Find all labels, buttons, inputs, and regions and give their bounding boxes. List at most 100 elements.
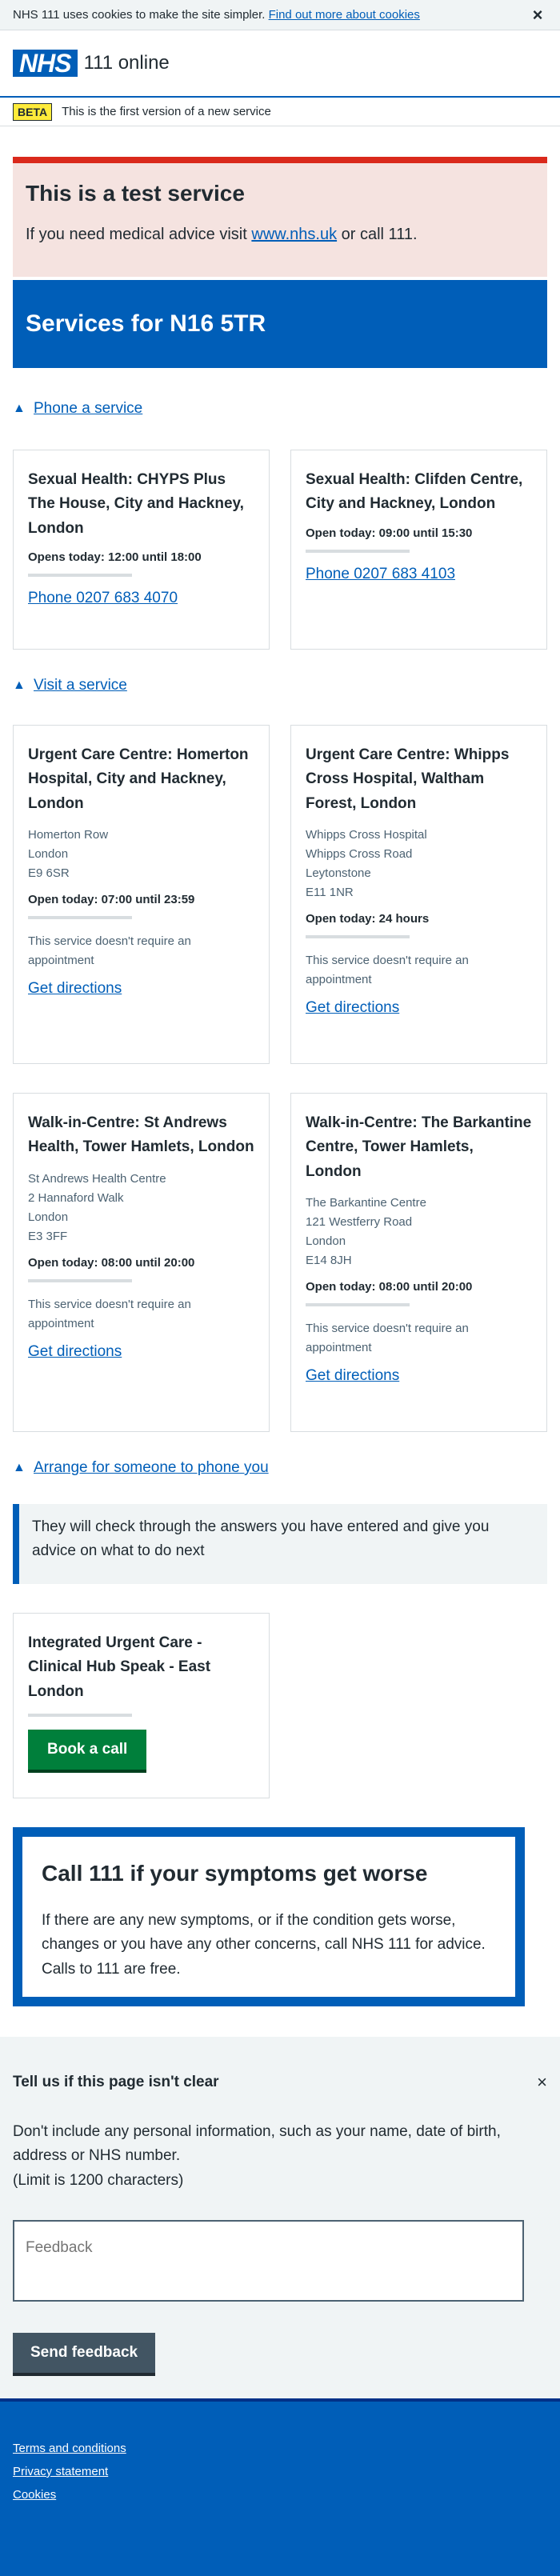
test-service-text-before: If you need medical advice visit [26,226,252,243]
service-card: Urgent Care Centre: Whipps Cross Hospita… [290,725,547,1064]
book-call-button[interactable]: Book a call [28,1730,147,1774]
service-card: Sexual Health: Clifden Centre, City and … [290,450,547,650]
feedback-textarea[interactable] [13,2220,524,2302]
service-address: The Barkantine Centre 121 Westferry Road… [306,1194,532,1270]
callback-section-link[interactable]: Arrange for someone to phone you [34,1459,269,1477]
address-line: Whipps Cross Hospital [306,828,427,842]
get-directions-link[interactable]: Get directions [306,1367,399,1384]
service-card-title: Urgent Care Centre: Homerton Hospital, C… [28,746,249,812]
address-line: St Andrews Health Centre [28,1171,166,1186]
feedback-limit: (Limit is 1200 characters) [13,2171,184,2189]
services-banner: Services for N16 5TR [13,280,547,368]
inset-text: They will check through the answers you … [13,1504,547,1584]
cookie-info-link[interactable]: Find out more about cookies [269,8,420,22]
address-line: E11 1NR [306,886,354,900]
site-header: NHS 111 online [0,30,560,98]
opening-times: Open today: 07:00 until 23:59 [28,893,195,907]
address-line: London [306,1234,346,1249]
service-card-title: Integrated Urgent Care - Clinical Hub Sp… [28,1634,211,1700]
cookie-banner-text: NHS 111 uses cookies to make the site si… [13,8,528,22]
service-card: Walk-in-Centre: The Barkantine Centre, T… [290,1093,547,1432]
triangle-up-icon: ▲ [13,402,26,415]
test-service-alert: This is a test service If you need medic… [13,157,547,277]
visit-card-row: Walk-in-Centre: St Andrews Health, Tower… [0,1093,560,1432]
visit-card-row: Urgent Care Centre: Homerton Hospital, C… [0,725,560,1064]
divider [306,1303,410,1307]
service-card: Walk-in-Centre: St Andrews Health, Tower… [13,1093,270,1432]
care-card-text: If there are any new symptoms, or if the… [42,1912,486,1978]
divider [28,574,132,578]
service-card-title: Urgent Care Centre: Whipps Cross Hospita… [306,746,510,812]
opening-times: Open today: 24 hours [306,912,430,926]
test-service-title: This is a test service [26,181,245,206]
address-line: London [28,847,69,862]
address-line: 2 Hannaford Walk [28,1190,124,1205]
divider [306,935,410,939]
cookie-message: NHS 111 uses cookies to make the site si… [13,8,266,22]
address-line: Leytonstone [306,866,371,881]
get-directions-link[interactable]: Get directions [28,980,122,997]
divider [28,1714,132,1718]
close-icon[interactable]: × [528,5,547,25]
opening-times: Open today: 08:00 until 20:00 [28,1255,195,1270]
service-card-title: Sexual Health: Clifden Centre, City and … [306,471,523,513]
service-card: Urgent Care Centre: Homerton Hospital, C… [13,725,270,1064]
opening-times: Open today: 09:00 until 15:30 [306,526,473,540]
service-address: Homerton Row London E9 6SR [28,826,254,883]
address-line: E14 8JH [306,1254,352,1268]
callback-section-toggle[interactable]: ▲ Arrange for someone to phone you [0,1456,560,1480]
feedback-header: Tell us if this page isn't clear × [13,2072,547,2093]
service-card-title: Walk-in-Centre: St Andrews Health, Tower… [28,1114,254,1156]
visit-section-link[interactable]: Visit a service [34,677,127,694]
phone-link[interactable]: Phone 0207 683 4070 [28,590,178,606]
feedback-panel: Tell us if this page isn't clear × Don't… [0,2037,560,2398]
footer-link-cookies[interactable]: Cookies [13,2488,547,2502]
nhs-logo[interactable]: NHS [13,49,78,78]
cookie-banner: NHS 111 uses cookies to make the site si… [0,0,560,30]
phone-section-link[interactable]: Phone a service [34,400,142,418]
service-name: 111 online [83,52,170,74]
appointment-note: This service doesn't require an appointm… [306,954,469,987]
beta-tag: BETA [13,102,53,121]
urgent-care-card: Call 111 if your symptoms get worse If t… [13,1827,525,2006]
address-line: Whipps Cross Road [306,847,413,862]
test-service-text-after: or call 111. [337,226,418,243]
visit-section-toggle[interactable]: ▲ Visit a service [0,674,560,698]
phone-card-row: Sexual Health: CHYPS Plus The House, Cit… [0,450,560,650]
triangle-up-icon: ▲ [13,1461,26,1474]
beta-banner: BETA This is the first version of a new … [0,98,560,126]
care-card-title: Call 111 if your symptoms get worse [42,1861,428,1886]
opening-times: Opens today: 12:00 until 18:00 [28,550,202,565]
feedback-title: Tell us if this page isn't clear [13,2074,219,2090]
triangle-up-icon: ▲ [13,678,26,692]
service-card-title: Walk-in-Centre: The Barkantine Centre, T… [306,1114,532,1180]
phone-link[interactable]: Phone 0207 683 4103 [306,566,455,582]
address-line: Homerton Row [28,828,109,842]
nhs-uk-link[interactable]: www.nhs.uk [251,226,337,243]
service-address: Whipps Cross Hospital Whipps Cross Road … [306,826,532,902]
callback-card-row: Integrated Urgent Care - Clinical Hub Sp… [0,1613,560,1798]
send-feedback-button[interactable]: Send feedback [13,2333,156,2377]
footer-link-privacy[interactable]: Privacy statement [13,2465,547,2478]
service-card-title: Sexual Health: CHYPS Plus The House, Cit… [28,471,244,537]
beta-text: This is the first version of a new servi… [62,105,271,118]
appointment-note: This service doesn't require an appointm… [306,1322,469,1355]
site-footer: Terms and conditions Privacy statement C… [0,2398,560,2576]
get-directions-link[interactable]: Get directions [28,1343,122,1360]
opening-times: Open today: 08:00 until 20:00 [306,1280,473,1294]
page-title: Services for N16 5TR [26,310,266,337]
divider [28,916,132,920]
test-service-text: If you need medical advice visit www.nhs… [26,226,534,244]
service-address: St Andrews Health Centre 2 Hannaford Wal… [28,1170,254,1246]
appointment-note: This service doesn't require an appointm… [28,934,191,968]
address-line: The Barkantine Centre [306,1196,426,1210]
address-line: 121 Westferry Road [306,1215,413,1230]
address-line: E9 6SR [28,866,70,881]
phone-section-toggle[interactable]: ▲ Phone a service [0,397,560,421]
address-line: London [28,1210,69,1224]
address-line: E3 3FF [28,1229,68,1243]
close-icon[interactable]: × [537,2072,547,2093]
footer-link-terms[interactable]: Terms and conditions [13,2442,547,2455]
get-directions-link[interactable]: Get directions [306,999,399,1016]
service-card: Sexual Health: CHYPS Plus The House, Cit… [13,450,270,650]
